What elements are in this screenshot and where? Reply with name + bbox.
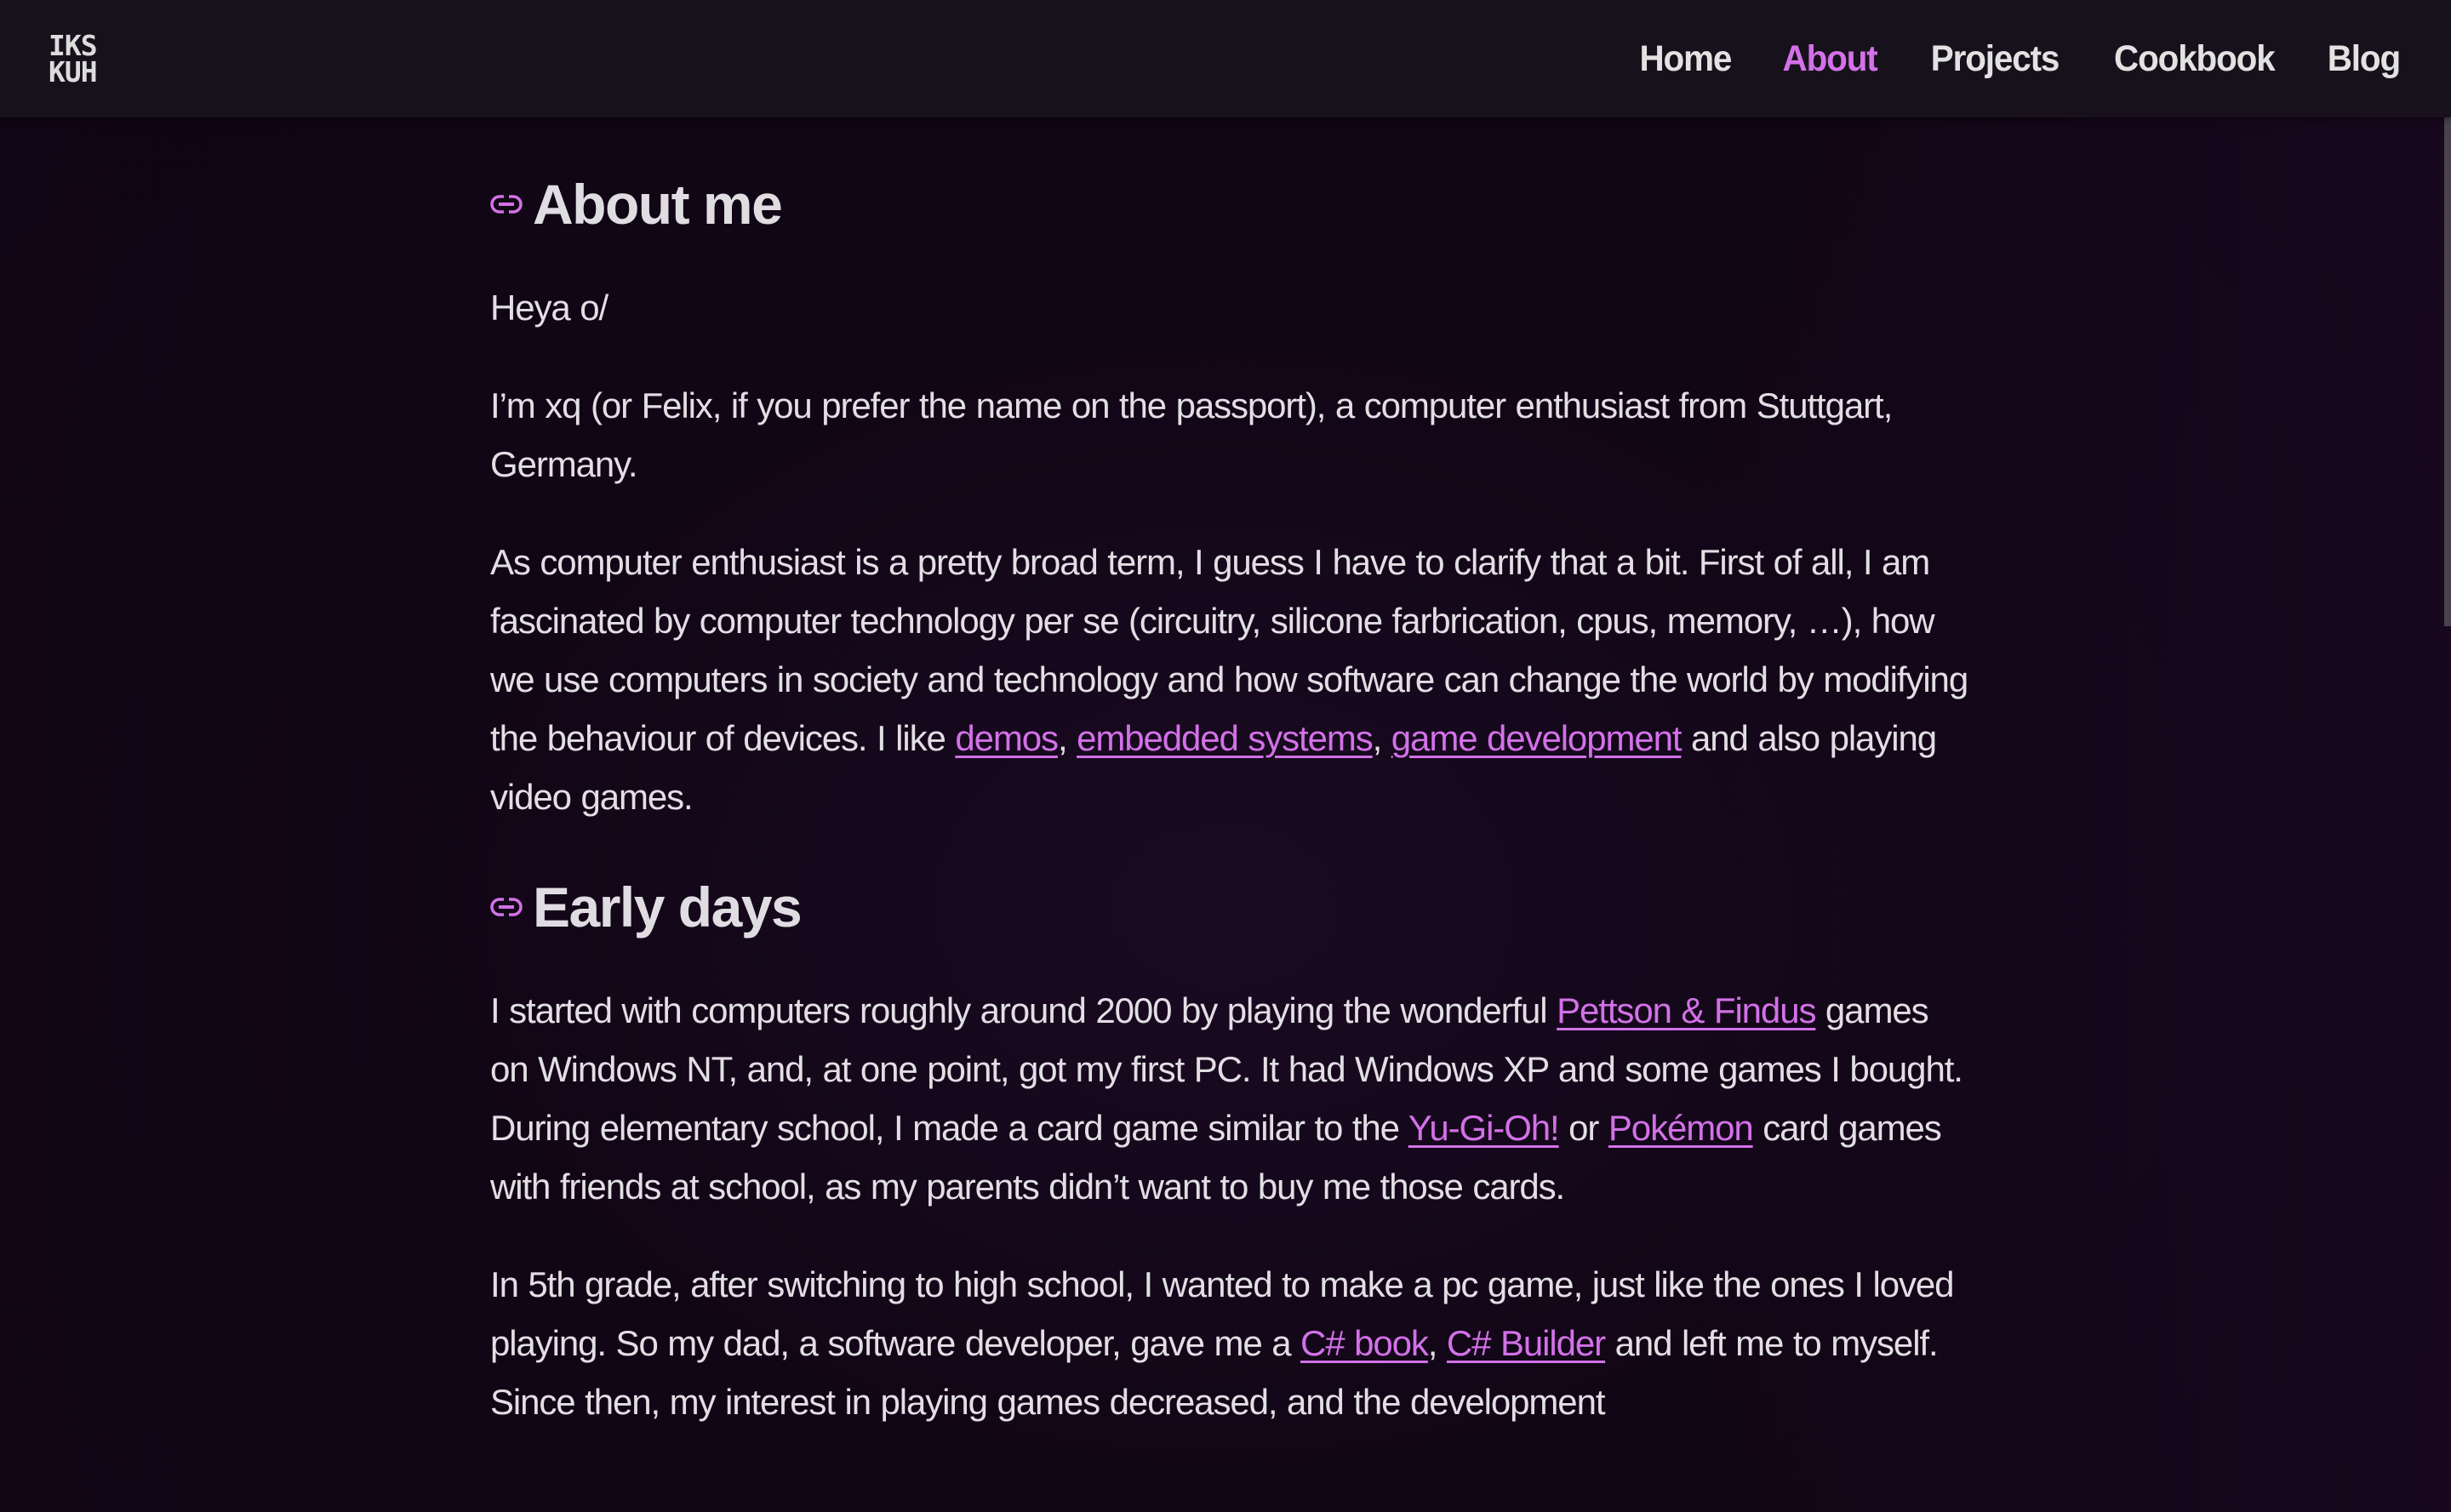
link-embedded-systems[interactable]: embedded systems: [1077, 718, 1374, 758]
article-content: About me Heya o/ I’m xq (or Felix, if yo…: [490, 117, 1971, 1431]
site-header: IKS KUH Home About Projects Cookbook Blo…: [0, 0, 2451, 117]
heading-early-days: Early days: [490, 869, 1971, 945]
text-span: I started with computers roughly around …: [490, 990, 1557, 1030]
paragraph-early-computers: I started with computers roughly around …: [490, 981, 1971, 1216]
link-pettson-findus[interactable]: Pettson & Findus: [1557, 990, 1816, 1030]
heading-early-days-text: Early days: [533, 876, 803, 939]
heading-about-me: About me: [490, 166, 1971, 242]
text-span: or: [1558, 1108, 1608, 1148]
paragraph-greeting: Heya o/: [490, 288, 608, 328]
link-csharp-builder[interactable]: C# Builder: [1447, 1323, 1606, 1363]
nav-about[interactable]: About: [1783, 38, 1878, 80]
link-pokemon[interactable]: Pokémon: [1608, 1108, 1754, 1148]
paragraph-intro: I’m xq (or Felix, if you prefer the name…: [490, 385, 1893, 484]
link-demos[interactable]: demos: [955, 718, 1059, 758]
logo-line-2: KUH: [49, 55, 98, 88]
nav-blog[interactable]: Blog: [2328, 38, 2401, 80]
scrollbar-thumb[interactable]: [2444, 117, 2451, 626]
text-span: ,: [1427, 1323, 1447, 1363]
link-csharp-book[interactable]: C# book: [1300, 1323, 1429, 1363]
site-logo[interactable]: IKS KUH: [49, 31, 98, 88]
link-icon[interactable]: [490, 898, 523, 916]
heading-about-me-text: About me: [533, 173, 783, 236]
paragraph-fifth-grade: In 5th grade, after switching to high sc…: [490, 1255, 1971, 1431]
nav-home[interactable]: Home: [1639, 38, 1732, 80]
text-span: ,: [1057, 718, 1077, 758]
text-span: ,: [1372, 718, 1391, 758]
link-yu-gi-oh[interactable]: Yu-Gi-Oh!: [1408, 1108, 1560, 1148]
main-nav: Home About Projects Cookbook Blog: [1637, 0, 2402, 117]
nav-projects[interactable]: Projects: [1930, 38, 2060, 80]
link-icon[interactable]: [490, 195, 523, 214]
link-game-development[interactable]: game development: [1391, 718, 1683, 758]
paragraph-enthusiast: As computer enthusiast is a pretty broad…: [490, 533, 1971, 826]
nav-cookbook[interactable]: Cookbook: [2114, 38, 2276, 80]
